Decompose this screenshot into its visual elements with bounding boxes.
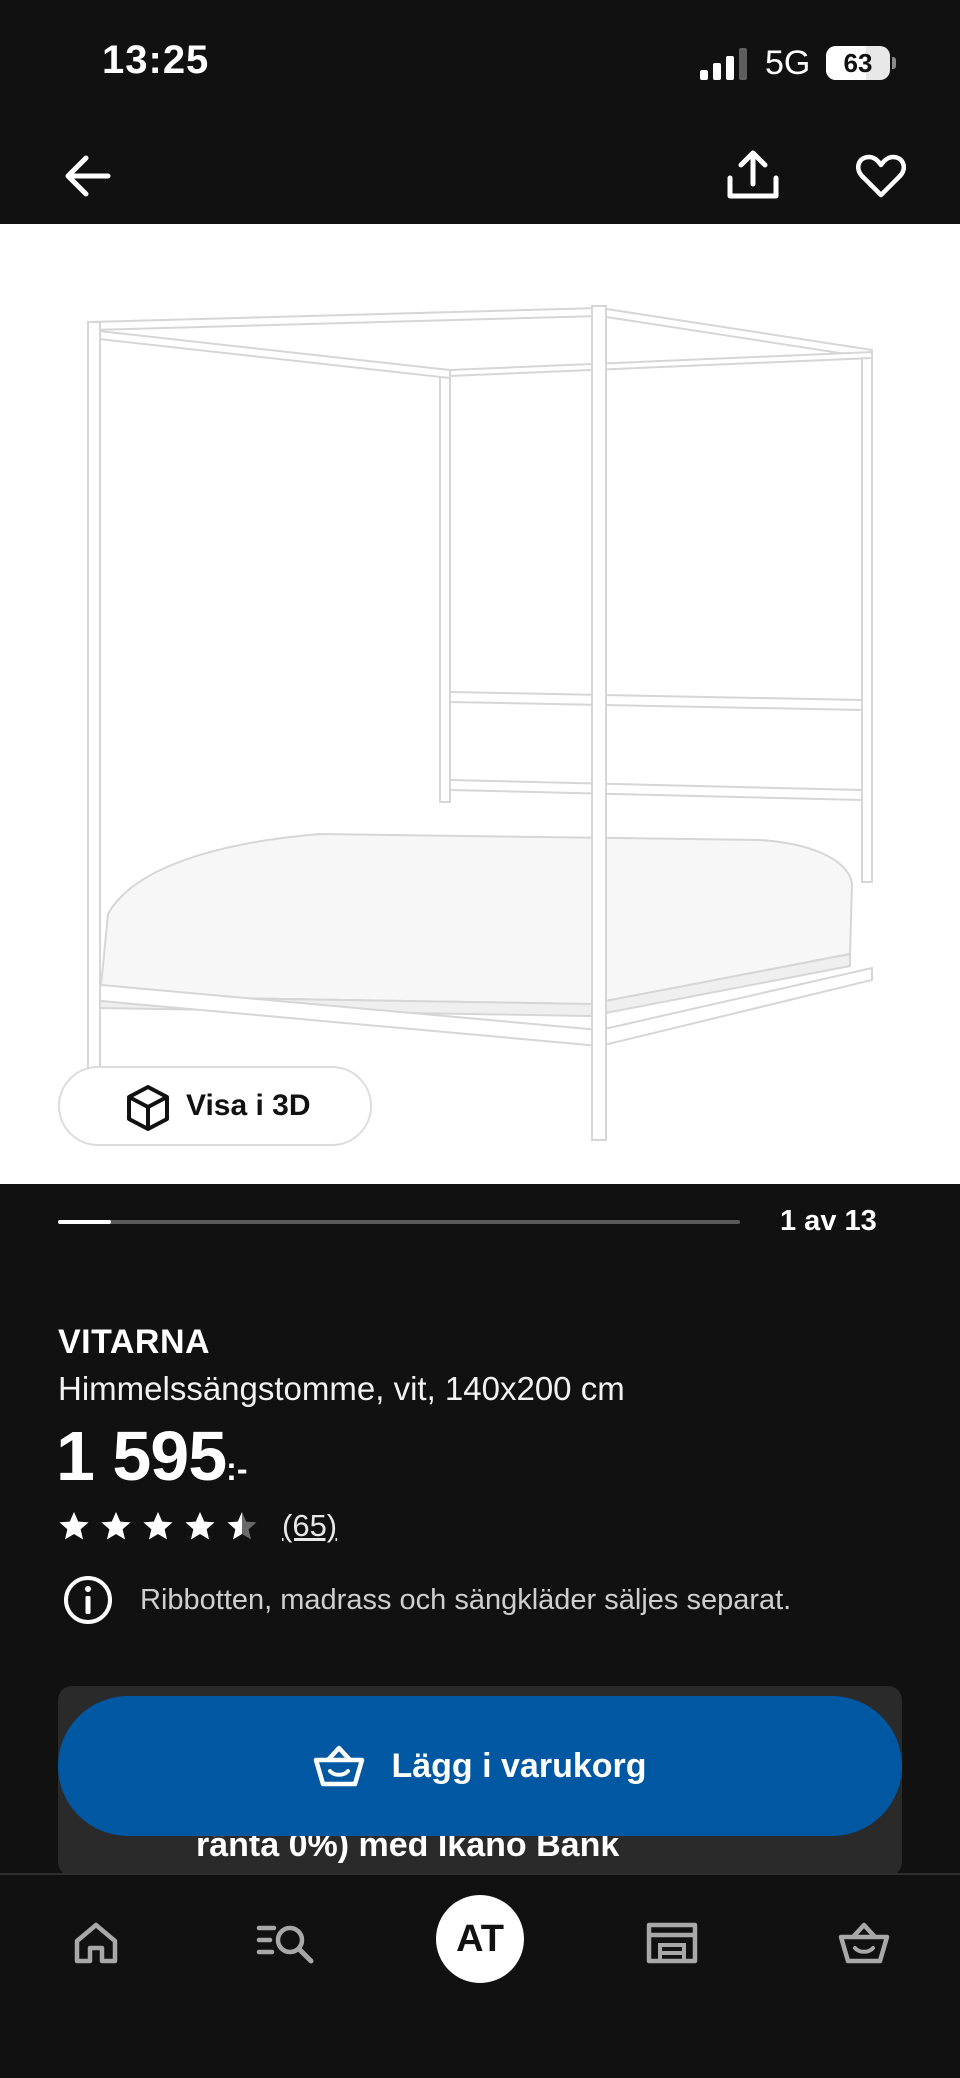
share-button[interactable] [717,140,789,212]
price-value: 1 595 [56,1417,227,1495]
store-icon [646,1922,698,1964]
share-icon [727,150,779,199]
star-icon [185,1512,215,1540]
view-3d-label: Visa i 3D [186,1089,311,1122]
add-to-cart-button[interactable]: Lägg i varukorg [58,1696,902,1836]
back-button[interactable] [52,140,124,212]
info-icon [64,1576,112,1624]
price-suffix: :- [226,1451,248,1487]
product-image-gallery[interactable]: Visa i 3D [0,224,960,1184]
product-description: Himmelssängstomme, vit, 140x200 cm [58,1370,625,1407]
tab-home[interactable] [48,1903,144,1983]
search-list-icon [256,1925,314,1964]
bottom-tab-bar: AT [0,1873,960,2078]
network-type: 5G [765,44,811,82]
product-name: VITARNA [58,1323,211,1361]
tab-profile-avatar[interactable]: AT [436,1895,524,1983]
battery-icon: 63 [826,46,896,80]
star-icon [227,1512,257,1540]
info-notice: Ribbotten, madrass och sängkläder säljes… [62,1574,791,1626]
tab-store[interactable] [624,1903,720,1983]
product-price: 1 595:- [56,1416,247,1496]
star-icon [143,1512,173,1540]
signal-icon [700,48,747,80]
gallery-progress-fill [58,1220,111,1224]
status-time: 13:25 [102,38,210,82]
add-to-cart-label: Lägg i varukorg [391,1746,647,1785]
top-nav [0,130,960,224]
image-counter: 1 av 13 [780,1205,877,1237]
avatar-initials: AT [456,1917,504,1960]
cart-icon [838,1922,890,1964]
home-icon [74,1922,118,1964]
cube-icon [127,1085,169,1131]
gallery-progress [58,1220,740,1224]
view-3d-button[interactable]: Visa i 3D [58,1066,372,1146]
star-icon [59,1512,89,1540]
cart-icon [314,1745,365,1787]
tab-search[interactable] [238,1903,334,1983]
star-icon [101,1512,131,1540]
tab-cart[interactable] [816,1903,912,1983]
battery-level: 63 [843,48,873,78]
heart-icon [856,154,906,198]
info-text: Ribbotten, madrass och sängkläder säljes… [140,1583,792,1616]
status-bar: 13:25 5G 63 [0,0,960,130]
product-image [87,305,873,1141]
product-rating[interactable]: (65) [58,1506,337,1546]
review-count-link[interactable]: (65) [282,1508,337,1544]
favorite-button[interactable] [845,140,917,212]
arrow-left-icon [65,155,111,197]
rating-stars [58,1510,258,1542]
